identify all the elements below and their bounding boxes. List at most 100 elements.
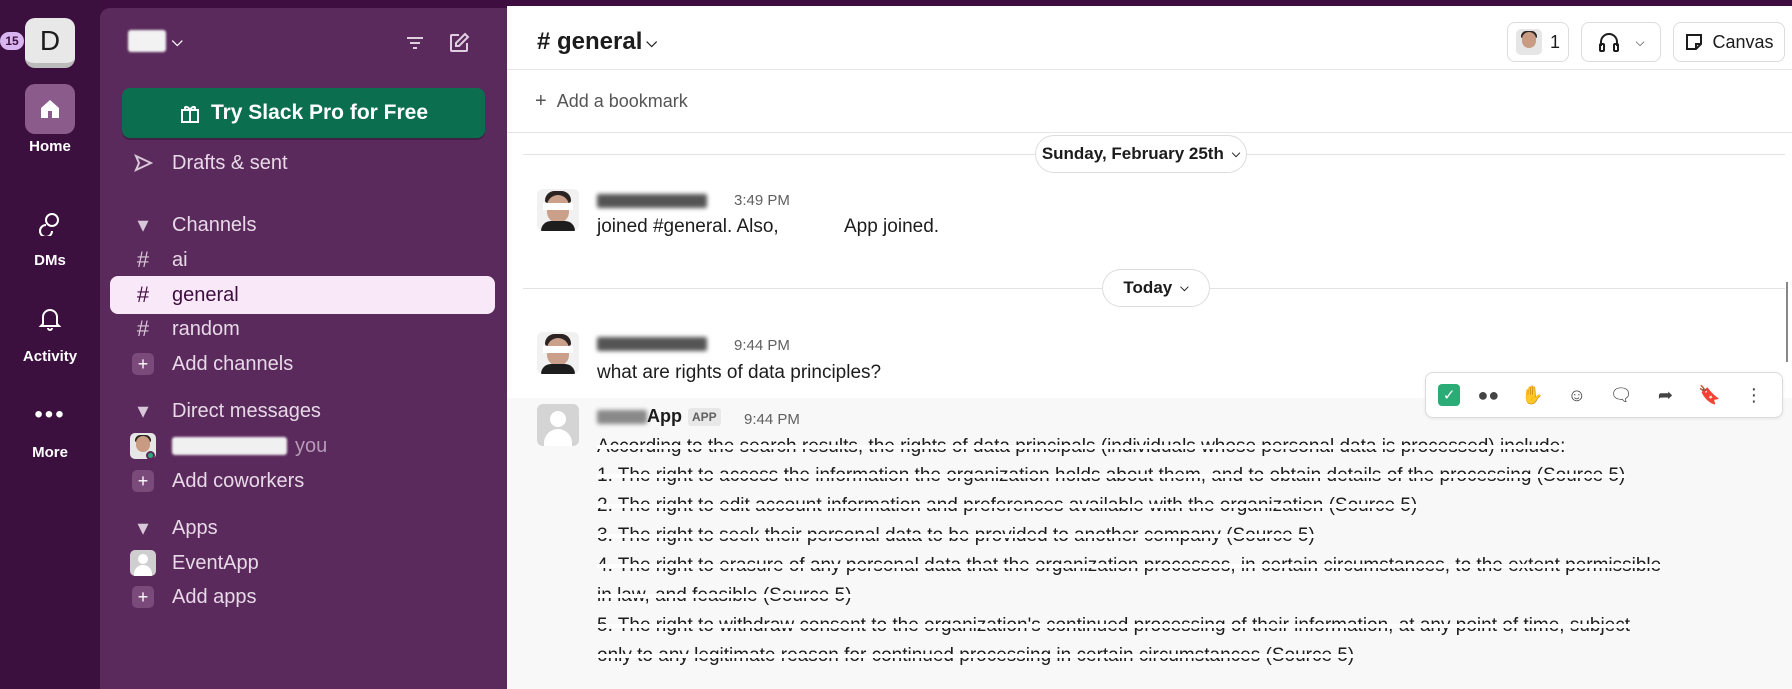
sender-name-redacted[interactable] [597,190,707,211]
chevron-down-icon: ⌵ [172,32,183,49]
canvas-icon [1686,34,1703,50]
date-jump-pill[interactable]: Sunday, February 25th ⌵ [1035,135,1247,173]
message-actions-toolbar: ✓ ●● ✋ ☺ 🗨 ➦ 🔖 ⋮ [1425,372,1783,418]
channel-title[interactable]: # general ⌵ [537,28,657,56]
caret-down-icon: ▾ [137,212,149,237]
hash-icon: # [136,247,150,272]
add-coworkers-label: Add coworkers [172,469,305,492]
workspace-rail: D 15 Home DMs Activity ••• More [0,0,100,689]
plus-icon: + [132,470,154,492]
rail-home-label: Home [29,138,71,155]
add-reaction-icon[interactable]: ☺ [1561,379,1593,411]
send-icon [126,153,160,173]
rail-home[interactable]: Home [0,84,100,155]
home-icon [25,84,75,134]
member-count: 1 [1549,31,1560,52]
bell-icon [25,294,75,344]
channel-view: # general ⌵ 1 ⌵ Canvas + Add a bookmark … [507,0,1792,689]
members-button[interactable]: 1 [1507,22,1569,62]
message-text: joined #general. Also, App joined. [597,216,939,238]
sidebar-item-general[interactable]: # general [110,276,495,314]
bookmark-icon[interactable]: 🔖 [1694,379,1726,411]
workspace-switcher[interactable]: D [25,18,75,68]
you-label: you [295,434,328,457]
section-apps[interactable]: ▾ Apps [110,509,495,547]
try-slack-pro-button[interactable]: Try Slack Pro for Free [122,88,485,138]
add-coworkers-button[interactable]: + Add coworkers [110,462,495,500]
add-channels-button[interactable]: + Add channels [110,345,495,383]
rail-dms[interactable]: DMs [0,198,100,269]
section-label: Channels [172,213,257,236]
rail-dms-label: DMs [34,252,66,269]
sender-name[interactable]: App APP [597,406,721,427]
chevron-down-icon: ⌵ [1231,147,1241,160]
sidebar-item-dm-self[interactable]: you [110,427,495,465]
app-label: EventApp [172,551,259,574]
more-actions-icon[interactable]: ⋮ [1738,379,1770,411]
message-line: 1. The right to access the information t… [597,465,1626,486]
workspace-name-redacted [128,30,166,52]
check-mark-reaction-icon[interactable]: ✓ [1438,384,1461,406]
channel-label: general [172,283,239,306]
hash-icon: # [136,316,150,341]
message-timestamp[interactable]: 9:44 PM [744,411,800,428]
caret-down-icon: ▾ [137,398,149,423]
rail-more[interactable]: ••• More [0,390,100,461]
workspace-name[interactable]: ⌵ [128,30,183,52]
message-line: 5. The right to withdraw consent to the … [597,615,1631,636]
app-avatar[interactable] [537,404,579,446]
scrollbar[interactable] [1786,282,1788,362]
message-timestamp[interactable]: 9:44 PM [734,337,790,354]
section-direct-messages[interactable]: ▾ Direct messages [110,392,495,430]
channel-header: # general ⌵ 1 ⌵ Canvas [507,6,1792,70]
compose-icon[interactable] [444,28,474,58]
add-bookmark-label: Add a bookmark [556,91,688,111]
forward-icon[interactable]: ➦ [1649,379,1681,411]
avatar[interactable] [537,332,579,374]
sidebar-item-random[interactable]: # random [110,310,495,348]
sidebar-item-ai[interactable]: # ai [110,241,495,279]
channel-label: ai [172,248,188,271]
sidebar-item-eventapp[interactable]: EventApp [110,544,495,582]
message-line: 3. The right to seek their personal data… [597,525,1315,546]
raised-hands-reaction-icon[interactable]: ✋ [1517,379,1549,411]
rail-activity-label: Activity [22,348,78,365]
sender-name-redacted[interactable] [597,333,707,354]
canvas-label: Canvas [1712,31,1774,52]
more-icon: ••• [34,401,66,428]
plus-icon: + [535,90,547,112]
canvas-button[interactable]: Canvas [1673,22,1785,62]
date-jump-pill[interactable]: Today ⌵ [1102,269,1210,307]
app-tag: APP [688,408,721,427]
message-timestamp[interactable]: 3:49 PM [734,192,790,209]
message-text-part: joined #general. Also, [597,216,784,237]
section-label: Direct messages [172,399,321,422]
section-channels[interactable]: ▾ Channels [110,206,495,244]
section-label: Apps [172,516,218,539]
avatar[interactable] [537,189,579,231]
message-line: only to any legitimate reason for contin… [597,645,1355,666]
reply-thread-icon[interactable]: 🗨 [1605,379,1637,411]
member-avatar [1515,29,1542,55]
sidebar: ⌵ Try Slack Pro for Free Drafts & sent ▾… [100,8,507,689]
rail-activity[interactable]: Activity [0,294,100,365]
try-slack-pro-label: Try Slack Pro for Free [210,101,429,124]
eyes-reaction-icon[interactable]: ●● [1472,379,1504,411]
filter-icon[interactable] [400,28,430,58]
sender-name-text: App [647,406,682,426]
presence-dot [146,451,155,460]
chevron-down-icon: ⌵ [646,33,658,50]
channel-title-text: # general [537,28,643,55]
message-text: what are rights of data principles? [597,362,882,383]
chevron-down-icon: ⌵ [1180,281,1189,294]
dm-name-redacted [172,437,287,455]
add-apps-label: Add apps [172,585,257,608]
message-line: 2. The right to edit account information… [597,495,1418,516]
add-apps-button[interactable]: + Add apps [110,578,495,616]
sidebar-item-label: Drafts & sent [172,151,288,174]
huddle-button[interactable]: ⌵ [1581,22,1661,62]
sidebar-item-drafts[interactable]: Drafts & sent [110,144,495,182]
add-bookmark-button[interactable]: + Add a bookmark [535,90,688,113]
message-text-part: App joined. [843,216,940,237]
plus-icon: + [132,353,154,375]
